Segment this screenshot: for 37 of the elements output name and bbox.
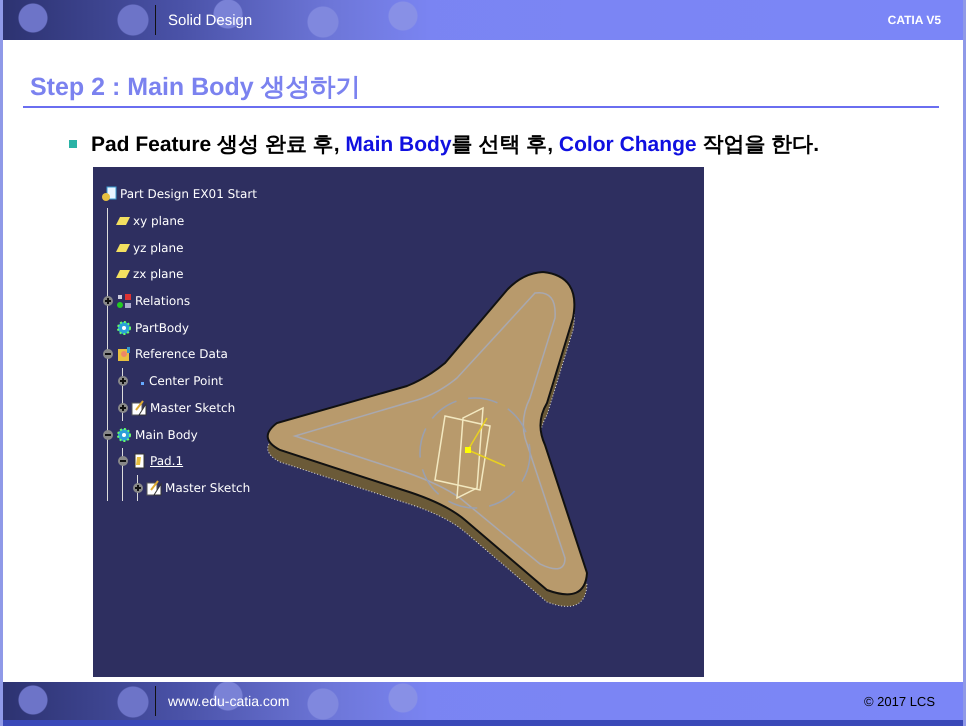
section-title: Solid Design — [168, 12, 252, 28]
tree-item[interactable]: xy plane — [133, 214, 184, 228]
plane-icon — [116, 217, 130, 226]
tree-item[interactable]: Reference Data — [135, 347, 228, 362]
bullet-icon — [69, 140, 77, 148]
tree-item[interactable]: Center Point — [149, 374, 223, 388]
slide-title: Step 2 : Main Body 생성하기 — [23, 70, 939, 108]
tree-item[interactable]: Pad.1 — [150, 454, 184, 468]
tree-item[interactable]: zx plane — [133, 267, 184, 282]
sketch-icon — [146, 480, 162, 496]
tree-item[interactable]: PartBody — [135, 320, 189, 335]
plane-icon — [116, 244, 130, 252]
gear-icon — [116, 426, 132, 443]
tree-item[interactable]: Part Design EX01 Start — [120, 187, 257, 202]
tree-item[interactable]: Main Body — [135, 428, 198, 442]
product-name: CATIA V5 — [888, 13, 941, 27]
copyright-text: © 2017 LCS — [864, 694, 935, 708]
tree-item[interactable]: Relations — [135, 294, 190, 308]
plane-icon — [116, 270, 130, 278]
expand-icon[interactable] — [133, 482, 143, 493]
relations-icon — [116, 293, 132, 310]
part-document-icon — [101, 186, 117, 202]
tree-item[interactable]: Master Sketch — [165, 480, 250, 495]
expand-icon[interactable] — [118, 402, 128, 413]
sketch-icon — [131, 400, 147, 416]
tree-item[interactable]: Master Sketch — [150, 400, 236, 415]
tree-item[interactable]: yz plane — [133, 240, 184, 255]
website-text: www.edu-catia.com — [168, 693, 290, 709]
collapse-icon[interactable] — [103, 430, 113, 440]
expand-icon[interactable] — [118, 376, 128, 386]
expand-icon[interactable] — [103, 296, 113, 306]
instruction-text: Pad Feature 생성 완료 후, Main Body를 선택 후, Color Change 작업을 한다. — [91, 132, 820, 158]
collapse-icon[interactable] — [103, 349, 113, 360]
collapse-icon[interactable] — [118, 456, 128, 466]
reference-icon — [116, 346, 132, 362]
point-icon — [141, 382, 144, 385]
gear-icon — [116, 320, 132, 336]
